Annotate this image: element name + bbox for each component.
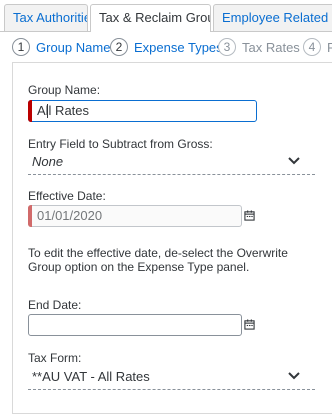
tax-form-select[interactable]: **AU VAT - All Rates: [28, 366, 315, 390]
step-label: Expense Types: [134, 39, 223, 55]
chevron-down-icon[interactable]: [287, 369, 301, 383]
tab-tax-reclaim-groups[interactable]: Tax & Reclaim Groups: [90, 4, 211, 32]
entry-field-select[interactable]: None: [28, 151, 315, 175]
group-name-input[interactable]: All Rates: [28, 100, 257, 122]
tab-label: Employee Related Con: [222, 10, 332, 25]
effective-date-input[interactable]: 01/01/2020: [28, 205, 242, 227]
text-caret: [47, 104, 48, 118]
end-date-label: End Date:: [28, 298, 82, 312]
entry-field-value: None: [32, 154, 64, 169]
effective-date-info: To edit the effective date, de-select th…: [28, 246, 288, 274]
group-name-label: Group Name:: [28, 83, 101, 97]
step-number: 4: [303, 38, 321, 56]
tab-label: Tax Authorities: [13, 10, 87, 25]
chevron-down-icon[interactable]: [287, 154, 301, 168]
step-label: Group Name: [36, 39, 111, 55]
calendar-icon[interactable]: [244, 319, 255, 330]
entry-field-label: Entry Field to Subtract from Gross:: [28, 137, 213, 151]
tab-tax-authorities[interactable]: Tax Authorities: [4, 4, 88, 31]
end-date-input[interactable]: [28, 314, 242, 336]
step-4[interactable]: 4 Re: [303, 36, 332, 58]
step-number: 1: [12, 38, 30, 56]
tax-form-label: Tax Form:: [28, 351, 82, 365]
tab-employee-related[interactable]: Employee Related Con: [213, 4, 332, 31]
step-tax-rates[interactable]: 3 Tax Rates: [218, 36, 300, 58]
step-expense-types[interactable]: 2 Expense Types: [110, 36, 223, 58]
step-label: Re: [327, 39, 332, 55]
step-number: 2: [110, 38, 128, 56]
step-group-name[interactable]: 1 Group Name: [12, 36, 110, 58]
step-number: 3: [218, 38, 236, 56]
calendar-icon[interactable]: [244, 210, 255, 221]
effective-date-value: 01/01/2020: [37, 208, 103, 223]
tab-bar: Tax Authorities Tax & Reclaim Groups Emp…: [0, 0, 332, 32]
tax-form-value: **AU VAT - All Rates: [32, 369, 150, 384]
tab-label: Tax & Reclaim Groups: [99, 10, 210, 25]
group-name-value: All Rates: [37, 103, 90, 118]
effective-date-label: Effective Date:: [28, 189, 106, 203]
wizard-steps: 1 Group Name 2 Expense Types 3 Tax Rates…: [0, 32, 332, 62]
step-label: Tax Rates: [242, 39, 300, 55]
